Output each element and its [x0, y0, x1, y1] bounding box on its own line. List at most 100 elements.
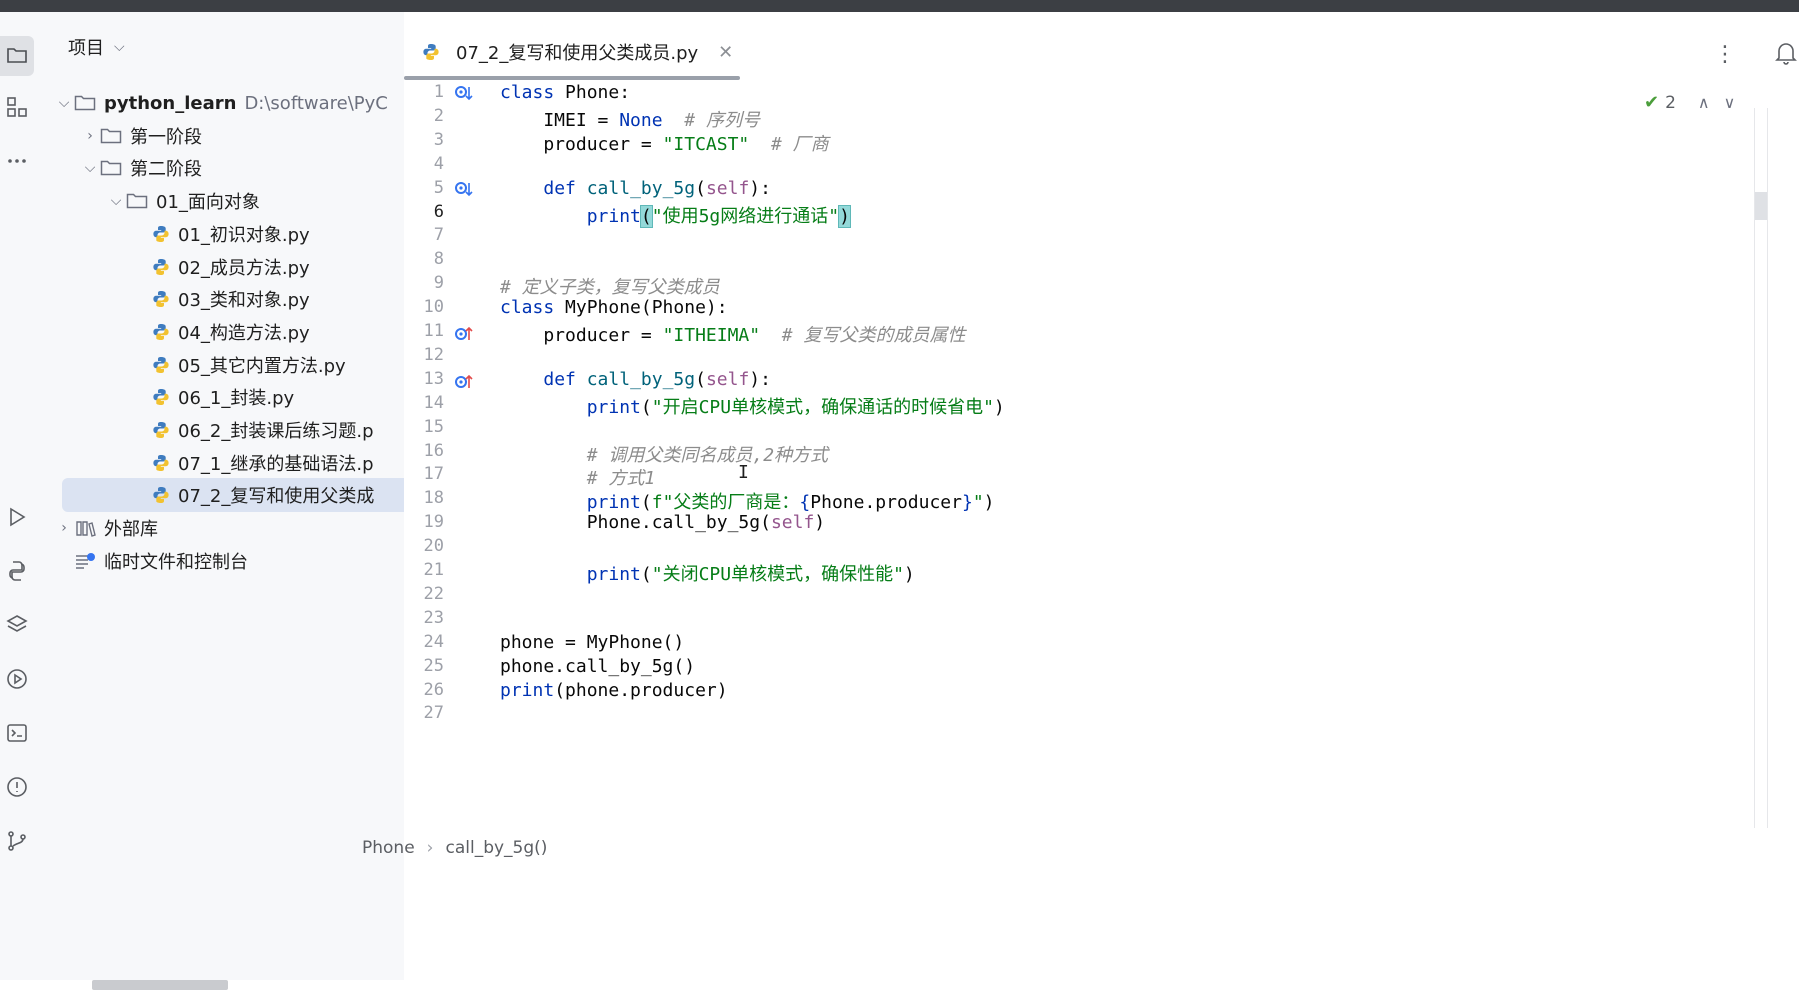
- tool-window-strip: [0, 12, 48, 980]
- editor-tab[interactable]: 07_2_复写和使用父类成员.py ✕: [422, 32, 733, 72]
- overriding-method-icon[interactable]: [454, 324, 476, 344]
- scrollbar-thumb[interactable]: [1755, 192, 1767, 220]
- inspection-nav-arrows[interactable]: ∧∨: [1698, 93, 1749, 112]
- notifications-bell-icon[interactable]: [1774, 40, 1798, 66]
- kebab-menu-icon[interactable]: ⋮: [1714, 42, 1736, 67]
- line-number: 22: [423, 583, 444, 604]
- line-number: 8: [433, 249, 444, 270]
- git-icon[interactable]: [0, 824, 34, 858]
- folder-tree-item[interactable]: ⌵ 01_面向对象: [48, 184, 404, 218]
- file-tree-item[interactable]: 04_构造方法.py: [48, 315, 404, 349]
- code-line[interactable]: print("关闭CPU单核模式，确保性能"): [500, 560, 915, 586]
- code-line[interactable]: def call_by_5g(self):: [500, 369, 771, 390]
- line-number: 15: [423, 416, 444, 437]
- line-number: 23: [423, 607, 444, 628]
- chevron-right-icon[interactable]: ›: [80, 128, 100, 144]
- code-line[interactable]: # 定义子类，复写父类成员: [500, 273, 720, 299]
- more-icon[interactable]: [0, 144, 34, 178]
- file-tree-item[interactable]: 06_1_封装.py: [48, 380, 404, 414]
- overridden-method-icon[interactable]: [454, 180, 476, 200]
- file-tree-item[interactable]: 02_成员方法.py: [48, 250, 404, 284]
- tree-item-label: 03_类和对象.py: [178, 290, 310, 312]
- line-number: 12: [423, 344, 444, 365]
- inspection-count: 2: [1665, 92, 1676, 113]
- line-number: 19: [423, 512, 444, 533]
- code-line[interactable]: print("使用5g网络进行通话"): [500, 202, 851, 228]
- code-line[interactable]: # 调用父类同名成员,2种方式: [500, 441, 828, 467]
- code-line[interactable]: producer = "ITHEIMA" # 复写父类的成员属性: [500, 321, 965, 347]
- folder-tree-item[interactable]: 临时文件和控制台: [48, 544, 404, 578]
- code-line[interactable]: Phone.call_by_5g(self): [500, 512, 825, 533]
- code-line[interactable]: IMEI = None # 序列号: [500, 106, 760, 132]
- python-file-icon: [153, 291, 169, 308]
- file-tree-item[interactable]: 07_1_继承的基础语法.p: [48, 446, 404, 480]
- chevron-down-icon[interactable]: ⌵: [80, 160, 100, 176]
- folder-tree-item[interactable]: ⌵ python_learn D:\software\PyC: [48, 86, 404, 120]
- folder-tree-item[interactable]: ⌵ 第二阶段: [48, 151, 404, 185]
- python-file-icon: [153, 389, 169, 406]
- folder-icon[interactable]: [0, 38, 34, 72]
- checkmark-icon: ✔: [1644, 92, 1660, 113]
- code-line[interactable]: print("开启CPU单核模式，确保通话的时候省电"): [500, 393, 1005, 419]
- python-file-icon: [153, 487, 169, 504]
- horizontal-scrollbar[interactable]: [92, 980, 228, 990]
- close-icon[interactable]: ✕: [718, 42, 733, 63]
- overriding-method-icon[interactable]: [454, 372, 476, 392]
- folder-tree-item[interactable]: › 外部库: [48, 511, 404, 545]
- overridden-method-icon[interactable]: [454, 84, 476, 104]
- code-line[interactable]: print(f"父类的厂商是：{Phone.producer}"): [500, 488, 995, 514]
- python-file-icon: [153, 422, 169, 438]
- inspection-widget[interactable]: ✔ 2 ∧∨: [1644, 92, 1749, 113]
- line-number: 10: [423, 297, 444, 318]
- tree-item-label: 01_面向对象: [156, 192, 260, 214]
- code-line[interactable]: class Phone:: [500, 82, 630, 103]
- tree-item-label: 06_1_封装.py: [178, 388, 295, 410]
- tree-item-label: 第一阶段: [130, 126, 202, 148]
- structure-icon[interactable]: [0, 90, 34, 124]
- code-line[interactable]: phone.call_by_5g(): [500, 656, 695, 677]
- tree-item-label: python_learn: [104, 92, 237, 114]
- line-number: 18: [423, 488, 444, 509]
- python-file-icon: [153, 356, 169, 373]
- library-icon: [76, 521, 96, 537]
- folder-icon: [100, 161, 122, 176]
- file-tree-item[interactable]: 03_类和对象.py: [48, 282, 404, 316]
- line-number: 9: [433, 273, 444, 294]
- breadcrumb: Phone › call_by_5g(): [362, 838, 547, 858]
- tree-item-label: 06_2_封装课后练习题.p: [178, 421, 374, 442]
- chevron-down-icon[interactable]: ⌵: [54, 95, 74, 111]
- code-line[interactable]: producer = "ITCAST" # 厂商: [500, 130, 828, 156]
- file-tree-item[interactable]: 07_2_复写和使用父类成: [62, 478, 404, 513]
- line-number: 21: [423, 560, 444, 580]
- code-line[interactable]: def call_by_5g(self):: [500, 178, 771, 199]
- tree-item-label: 05_其它内置方法.py: [178, 355, 346, 377]
- active-tab-indicator: [404, 76, 740, 80]
- scratch-files-icon: [76, 552, 95, 569]
- code-line[interactable]: class MyPhone(Phone):: [500, 297, 728, 318]
- breadcrumb-method[interactable]: call_by_5g(): [445, 838, 547, 858]
- project-panel: 项目 ⌵ ⌵ python_learn D:\software\PyC › 第一阶段 ⌵ 第…: [48, 12, 404, 990]
- terminal-icon[interactable]: [0, 716, 34, 750]
- python-file-icon: [153, 454, 169, 471]
- chevron-down-icon[interactable]: ⌵: [106, 193, 126, 209]
- layers-icon[interactable]: [0, 608, 34, 642]
- code-line[interactable]: phone = MyPhone(): [500, 632, 684, 653]
- python-console-icon[interactable]: [0, 554, 34, 588]
- folder-tree-item[interactable]: › 第一阶段: [48, 119, 404, 153]
- file-tree-item[interactable]: 05_其它内置方法.py: [48, 348, 404, 382]
- code-line[interactable]: print(phone.producer): [500, 680, 728, 701]
- tree-item-label: 外部库: [104, 519, 158, 541]
- file-tree-item[interactable]: 06_2_封装课后练习题.p: [48, 413, 404, 447]
- file-tree-item[interactable]: 01_初识对象.py: [48, 217, 404, 251]
- breadcrumb-class[interactable]: Phone: [362, 838, 415, 858]
- line-number: 16: [423, 440, 444, 461]
- tree-item-label: 02_成员方法.py: [178, 257, 310, 279]
- project-view-selector[interactable]: 项目 ⌵: [68, 34, 125, 60]
- services-icon[interactable]: [0, 662, 34, 696]
- chevron-right-icon[interactable]: ›: [54, 520, 74, 536]
- problems-icon[interactable]: [0, 770, 34, 804]
- chevron-down-icon: ⌵: [114, 39, 125, 55]
- run-icon[interactable]: [0, 500, 34, 534]
- tree-item-path: D:\software\PyC: [244, 92, 388, 114]
- code-line[interactable]: # 方式1: [500, 464, 656, 490]
